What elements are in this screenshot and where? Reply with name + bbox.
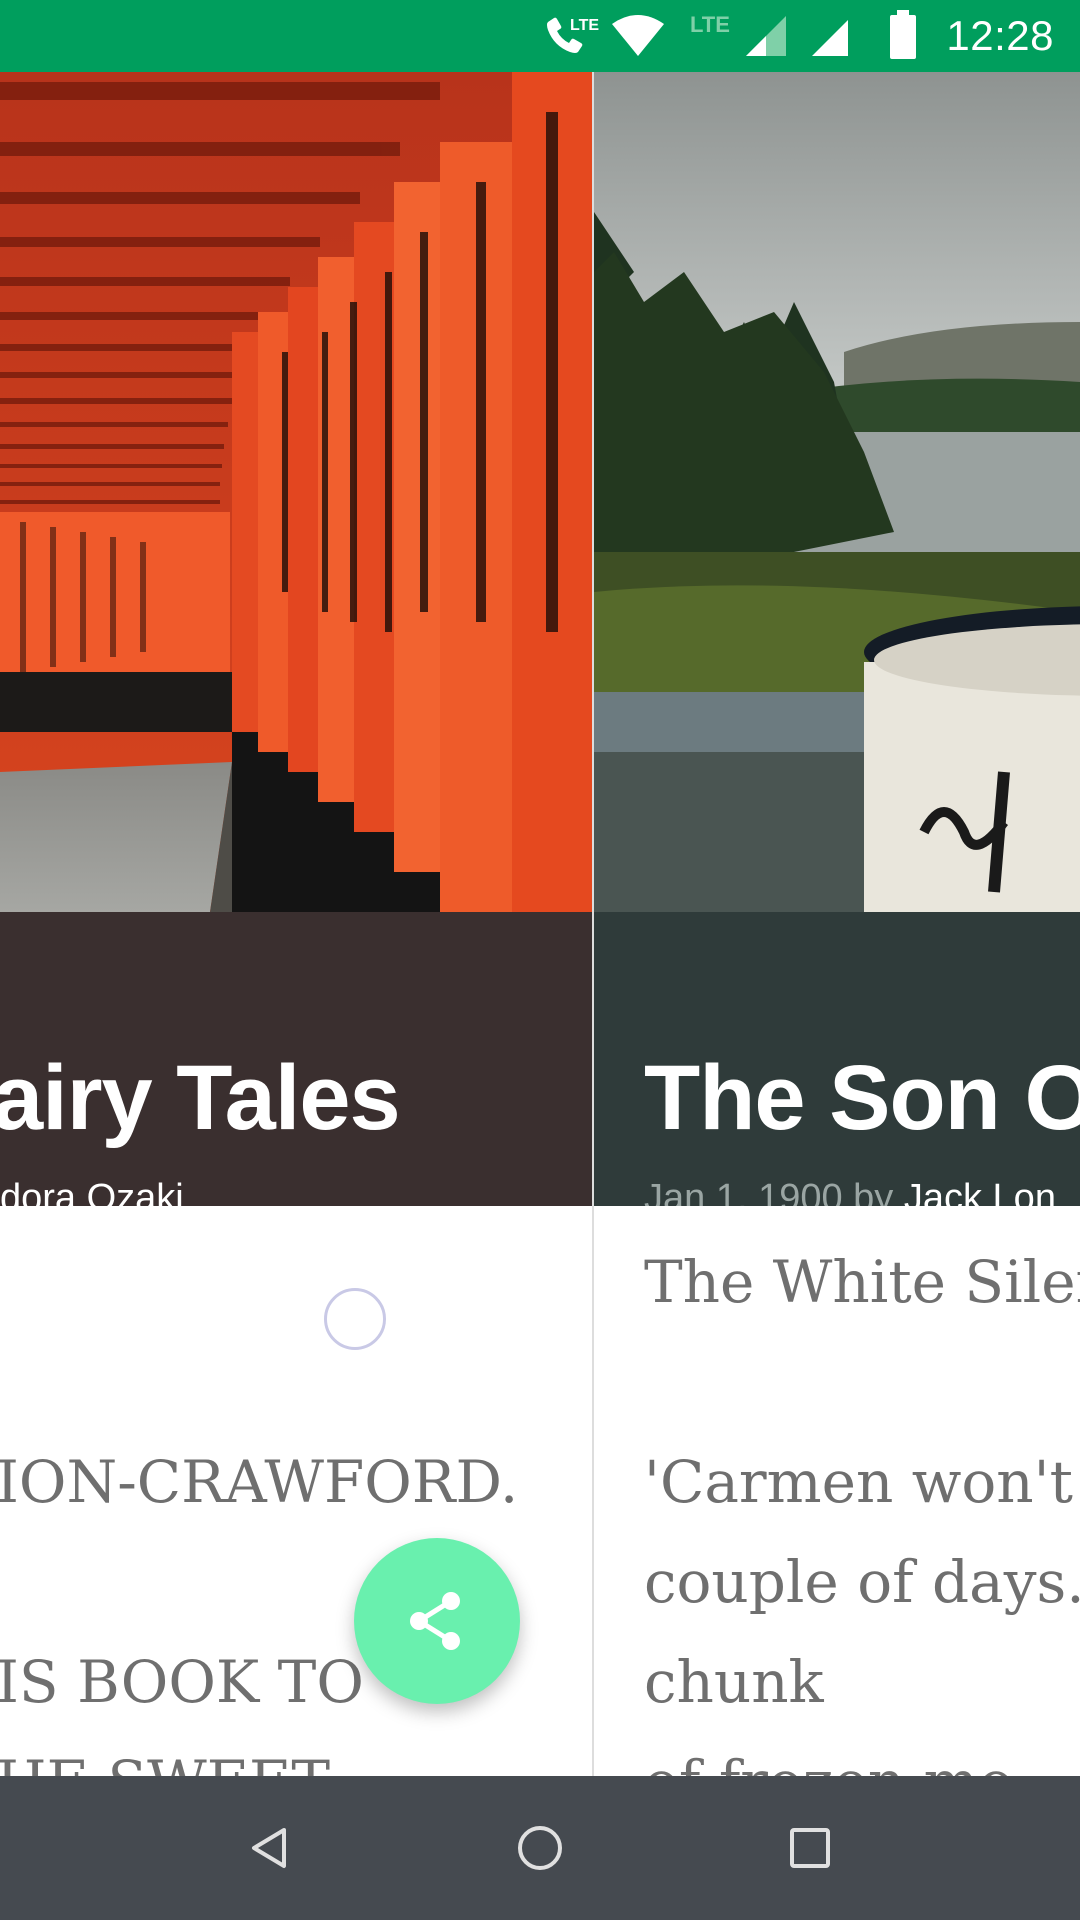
book-excerpt: ION-CRAWFORD. IS BOOK TO HE SWEET (0, 1232, 588, 1776)
share-icon (410, 1592, 460, 1650)
loading-spinner (324, 1288, 386, 1350)
recents-icon (790, 1828, 830, 1868)
book-meta: Jan 1, 1900 by Jack Lon (644, 1176, 1056, 1206)
excerpt-line (0, 1332, 588, 1432)
excerpt-line (644, 1332, 1080, 1432)
battery-icon (890, 10, 916, 59)
call-lte-icon: LTE (547, 17, 599, 54)
book-title-band: The Son Of Jan 1, 1900 by Jack Lon (594, 912, 1080, 1206)
excerpt-line: The White Silen (644, 1248, 1080, 1316)
book-card-son-of-wolf[interactable]: The Son Of Jan 1, 1900 by Jack Lon The W… (594, 72, 1080, 1776)
back-icon (252, 1828, 286, 1868)
book-title: airy Tales (0, 1047, 401, 1149)
signal-lte-icon: LTE (690, 12, 786, 56)
book-date: Jan 1, 1900 by (644, 1177, 904, 1206)
book-title: The Son Of (644, 1047, 1080, 1149)
book-title-band: airy Tales dora Ozaki (0, 912, 592, 1206)
screen: LTE LTE 12:28 airy Tales dora Ozaki ION-… (0, 0, 1080, 1920)
excerpt-line: HE SWEET (0, 1732, 588, 1776)
recents-button[interactable] (770, 1808, 850, 1888)
excerpt-line: chunk (644, 1648, 824, 1716)
lte-label-2: LTE (690, 12, 730, 37)
book-excerpt: The White Silen 'Carmen won't l couple o… (644, 1232, 1080, 1776)
navigation-bar (0, 1776, 1080, 1920)
excerpt-line: 'Carmen won't l (644, 1448, 1080, 1516)
book-cover-image-lake-mug (594, 72, 1080, 912)
excerpt-line: of frozen mo (644, 1732, 1080, 1776)
signal-icon (812, 20, 848, 56)
wifi-icon (612, 15, 664, 56)
status-bar: LTE LTE 12:28 (0, 0, 1080, 72)
excerpt-line: couple of days.' (644, 1548, 1080, 1616)
lte-label: LTE (570, 17, 599, 34)
book-cover-image-torii (0, 72, 592, 912)
book-meta: dora Ozaki (0, 1176, 184, 1206)
book-author: Jack Lon (903, 1177, 1056, 1206)
home-icon (518, 1826, 562, 1870)
book-card-fairy-tales[interactable]: airy Tales dora Ozaki ION-CRAWFORD. IS B… (0, 72, 594, 1776)
excerpt-line (0, 1232, 588, 1332)
book-author: dora Ozaki (0, 1177, 184, 1206)
share-button[interactable] (354, 1538, 520, 1704)
home-button[interactable] (500, 1808, 580, 1888)
excerpt-line: ION-CRAWFORD. (0, 1448, 519, 1516)
clock: 12:28 (946, 12, 1054, 59)
back-button[interactable] (230, 1808, 310, 1888)
